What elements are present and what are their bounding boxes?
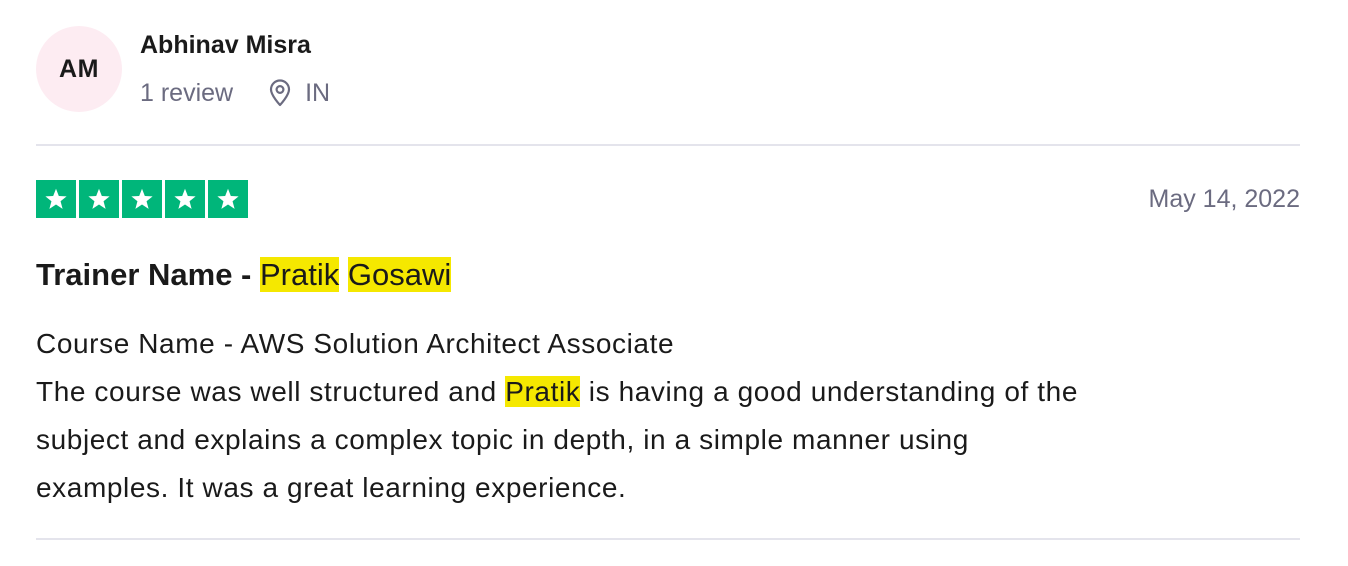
- body-line-2: The course was well structured and Prati…: [36, 368, 1300, 416]
- reviewer-country: IN: [305, 79, 331, 107]
- body-line-3: subject and explains a complex topic in …: [36, 424, 969, 455]
- review-date: May 14, 2022: [1148, 185, 1301, 213]
- title-highlight-1: Pratik: [259, 257, 340, 292]
- star-icon: [79, 180, 119, 218]
- body-highlight: Pratik: [505, 376, 581, 407]
- review-title[interactable]: Trainer Name - Pratik Gosawi: [36, 255, 452, 295]
- body-line-1: Course Name - AWS Solution Architect Ass…: [36, 328, 675, 359]
- star-icon: [36, 180, 76, 218]
- star-rating: [36, 180, 248, 218]
- reviewer-name[interactable]: Abhinav Misra: [140, 30, 311, 60]
- review-body: Course Name - AWS Solution Architect Ass…: [36, 320, 1300, 512]
- body-line-2-after: is having a good understanding of the: [580, 376, 1079, 407]
- avatar[interactable]: AM: [36, 26, 122, 112]
- review-count: 1 review: [140, 79, 234, 107]
- star-icon: [122, 180, 162, 218]
- map-pin-icon: [267, 79, 293, 107]
- title-highlight-2: Gosawi: [347, 257, 452, 292]
- title-prefix: Trainer Name -: [36, 257, 260, 292]
- reviewer-header: AM Abhinav Misra 1 review IN: [36, 24, 1300, 114]
- body-line-4: examples. It was a great learning experi…: [36, 472, 627, 503]
- body-line-2-before: The course was well structured and: [36, 376, 506, 407]
- star-icon: [165, 180, 205, 218]
- footer-divider: [36, 538, 1300, 540]
- star-icon: [208, 180, 248, 218]
- header-divider: [36, 144, 1300, 146]
- reviewer-meta: 1 review IN: [140, 78, 330, 108]
- title-space: [339, 257, 348, 292]
- review-card: AM Abhinav Misra 1 review IN May 14, 202…: [36, 0, 1300, 566]
